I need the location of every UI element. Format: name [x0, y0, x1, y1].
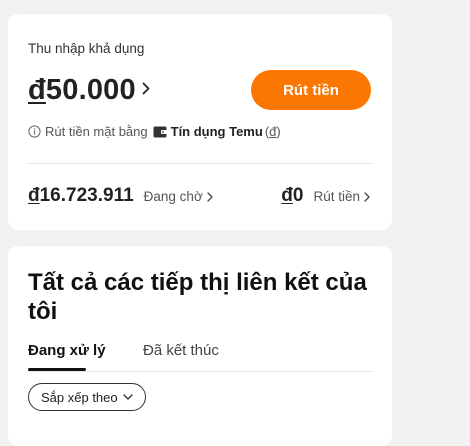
currency-symbol: đ: [28, 74, 46, 106]
withdrawn-currency: đ: [281, 185, 293, 206]
note-close-paren: ): [276, 124, 281, 139]
temu-credit-label: Tín dụng Temu: [170, 124, 263, 139]
wallet-icon: [153, 126, 167, 138]
tab-ended[interactable]: Đã kết thúc: [143, 342, 219, 359]
income-amount-text: đ50.000: [28, 74, 136, 107]
divider: [28, 163, 373, 164]
withdrawn-amount-value: 0: [292, 185, 304, 206]
note-prefix: Rút tiền mặt bằng: [45, 124, 148, 139]
chevron-right-icon: [207, 191, 213, 202]
withdrawn-label-group: Rút tiền: [313, 189, 370, 204]
pending-label: Đang chờ: [143, 189, 203, 204]
section-title: Tất cả các tiếp thị liên kết của tôi: [28, 269, 367, 325]
available-income-amount[interactable]: đ50.000: [28, 74, 150, 107]
pending-amount-value: 16.723.911: [39, 185, 134, 206]
chevron-right-icon: [364, 191, 370, 202]
withdraw-button[interactable]: Rút tiền: [251, 70, 371, 110]
pending-currency: đ: [28, 185, 40, 206]
sort-button[interactable]: Sắp xếp theo: [28, 383, 146, 411]
withdrawn-label: Rút tiền: [313, 189, 360, 204]
withdrawn-balance[interactable]: đ0 Rút tiền: [281, 185, 370, 207]
info-icon[interactable]: [28, 125, 41, 138]
withdraw-note: Rút tiền mặt bằng Tín dụng Temu (đ): [28, 124, 281, 139]
income-amount-value: 50.000: [45, 74, 136, 106]
chevron-down-icon: [122, 394, 133, 400]
income-card: Thu nhập khả dụng đ50.000 Rút tiền Rút t…: [8, 14, 392, 230]
pending-amount: đ16.723.911: [28, 185, 134, 207]
tab-processing[interactable]: Đang xử lý: [28, 342, 106, 359]
income-label: Thu nhập khả dụng: [28, 41, 145, 56]
pending-balance[interactable]: đ16.723.911 Đang chờ: [28, 185, 213, 207]
active-tab-indicator: [28, 368, 86, 371]
chevron-right-icon: [142, 82, 150, 100]
pending-label-group: Đang chờ: [144, 189, 213, 204]
note-currency: đ: [269, 124, 277, 139]
affiliate-card: Tất cả các tiếp thị liên kết của tôi Đan…: [8, 246, 392, 446]
withdrawn-amount: đ0: [281, 185, 303, 207]
sort-label: Sắp xếp theo: [41, 389, 118, 405]
